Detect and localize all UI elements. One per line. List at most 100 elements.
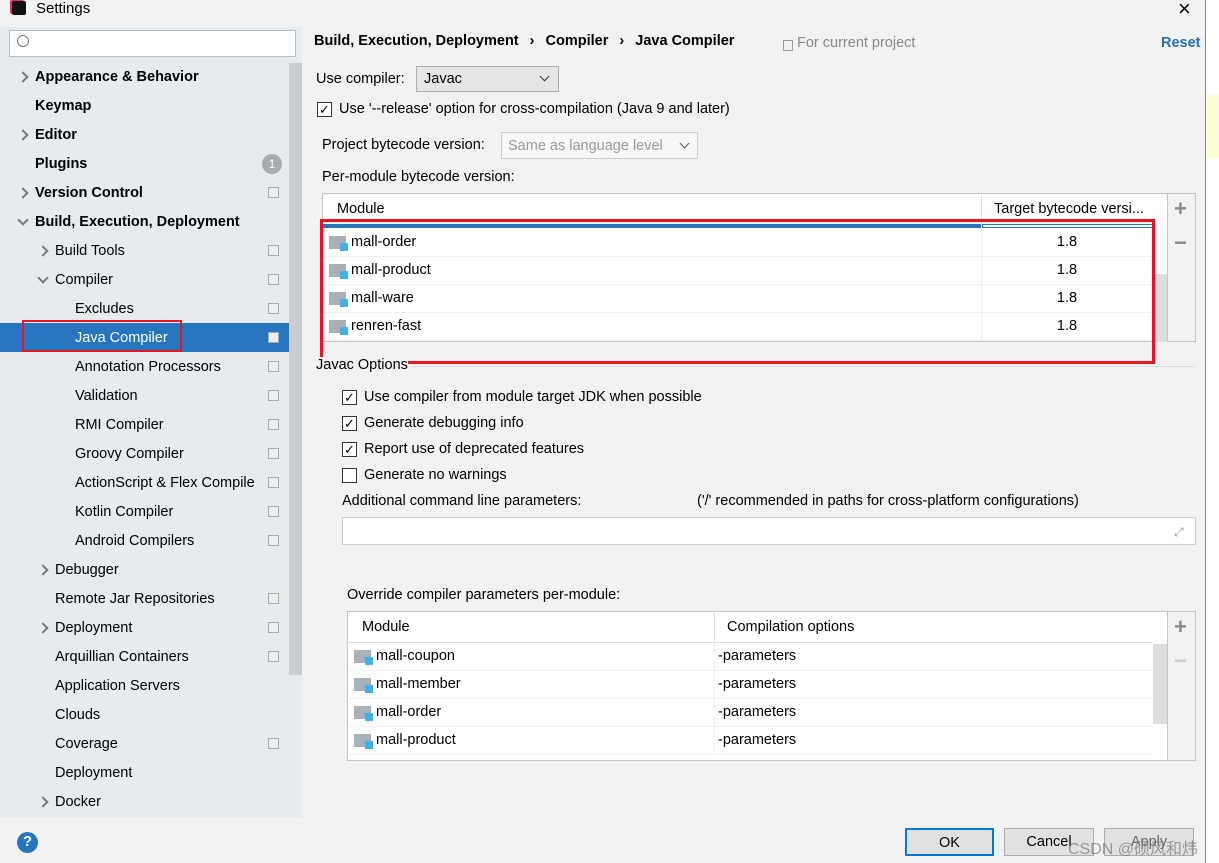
reset-link[interactable]: Reset [1161, 35, 1201, 51]
breadcrumb: Build, Execution, Deployment › Compiler … [314, 33, 734, 49]
override-table: Module Compilation options mall-coupon -p… [347, 611, 1168, 761]
per-module-toolbar: + − [1168, 193, 1196, 342]
chevron-right-icon[interactable] [17, 71, 29, 83]
column-header-options[interactable]: Compilation options [727, 619, 854, 635]
sidebar-item-groovy-compiler[interactable]: Groovy Compiler [0, 439, 289, 468]
compilation-options[interactable]: -parameters [718, 732, 796, 748]
search-icon [17, 35, 29, 47]
javac-option-label: Generate debugging info [364, 415, 524, 431]
remove-icon[interactable]: − [1174, 230, 1187, 256]
table-row[interactable]: mall-product -parameters [348, 727, 1153, 755]
sidebar-item-label: Plugins [35, 155, 88, 172]
sidebar-item-label: Build Tools [55, 242, 125, 259]
sidebar-item-label: Appearance & Behavior [35, 68, 199, 85]
sidebar-item-annotation-processors[interactable]: Annotation Processors [0, 352, 289, 381]
background-window-edge [1205, 0, 1219, 863]
sidebar-item-compiler[interactable]: Compiler [0, 265, 289, 294]
chevron-down-icon[interactable] [17, 214, 29, 226]
sidebar-item-build-execution-deployment[interactable]: Build, Execution, Deployment [0, 207, 289, 236]
javac-option-checkbox[interactable]: ✓ [342, 442, 357, 457]
table-row[interactable]: mall-member -parameters [348, 671, 1153, 699]
table-row[interactable]: mall-order -parameters [348, 699, 1153, 727]
sidebar-item-excludes[interactable]: Excludes [0, 294, 289, 323]
add-icon[interactable]: + [1174, 196, 1187, 222]
sidebar-item-editor[interactable]: Editor [0, 120, 289, 149]
sidebar-item-build-tools[interactable]: Build Tools [0, 236, 289, 265]
column-header-module[interactable]: Module [337, 201, 385, 217]
chevron-right-icon[interactable] [37, 796, 49, 808]
compilation-options[interactable]: -parameters [718, 648, 796, 664]
sidebar-item-appearance-behavior[interactable]: Appearance & Behavior [0, 62, 289, 91]
project-scope-icon [268, 535, 279, 546]
sidebar-item-remote-jar-repositories[interactable]: Remote Jar Repositories [0, 584, 289, 613]
sidebar-item-application-servers[interactable]: Application Servers [0, 671, 289, 700]
column-header-target[interactable]: Target bytecode versi... [994, 201, 1144, 217]
table-scrollbar[interactable] [1153, 274, 1167, 342]
sidebar-item-keymap[interactable]: Keymap [0, 91, 289, 120]
sidebar-item-version-control[interactable]: Version Control [0, 178, 289, 207]
help-button[interactable]: ? [17, 832, 38, 853]
chevron-right-icon[interactable] [17, 187, 29, 199]
sidebar-item-label: Kotlin Compiler [75, 503, 174, 520]
project-scope-icon [268, 274, 279, 285]
chevron-right-icon[interactable] [17, 129, 29, 141]
sidebar-item-label: Remote Jar Repositories [55, 590, 215, 607]
sidebar-item-kotlin-compiler[interactable]: Kotlin Compiler [0, 497, 289, 526]
sidebar-item-label: Debugger [55, 561, 119, 578]
sidebar-item-actionscript-flex-compile[interactable]: ActionScript & Flex Compile [0, 468, 289, 497]
chevron-down-icon[interactable] [37, 272, 49, 284]
javac-option-checkbox[interactable]: ✓ [342, 416, 357, 431]
sidebar-item-debugger[interactable]: Debugger [0, 555, 289, 584]
sidebar-item-label: ActionScript & Flex Compile [75, 474, 255, 491]
expand-icon[interactable]: ⤢ [1174, 525, 1184, 540]
chevron-right-icon[interactable] [37, 622, 49, 634]
use-compiler-select[interactable]: Javac [416, 66, 559, 92]
chevron-right-icon[interactable] [37, 564, 49, 576]
chevron-down-icon [679, 138, 690, 149]
javac-option-label: Generate no warnings [364, 467, 507, 483]
sidebar-item-docker[interactable]: Docker [0, 787, 289, 816]
sidebar-item-validation[interactable]: Validation [0, 381, 289, 410]
app-logo-icon [12, 1, 26, 15]
release-option-checkbox[interactable]: ✓ [317, 102, 332, 117]
module-folder-icon [354, 734, 373, 749]
sidebar-item-arquillian-containers[interactable]: Arquillian Containers [0, 642, 289, 671]
sidebar-item-label: Docker [55, 793, 101, 810]
sidebar-item-label: Build, Execution, Deployment [35, 213, 240, 230]
sidebar-item-deployment[interactable]: Deployment [0, 758, 289, 787]
sidebar-item-coverage[interactable]: Coverage [0, 729, 289, 758]
additional-params-hint: ('/' recommended in paths for cross-plat… [697, 493, 1079, 509]
sidebar-item-clouds[interactable]: Clouds [0, 700, 289, 729]
table-header: Module Compilation options [348, 612, 1153, 643]
table-row[interactable]: mall-coupon -parameters [348, 643, 1153, 671]
sidebar-item-label: Excludes [75, 300, 134, 317]
update-count-badge: 1 [262, 153, 282, 174]
project-bytecode-select[interactable]: Same as language level [501, 132, 698, 159]
javac-option-checkbox[interactable]: ✓ [342, 390, 357, 405]
compilation-options[interactable]: -parameters [718, 676, 796, 692]
add-icon[interactable]: + [1174, 614, 1187, 640]
chevron-right-icon[interactable] [37, 245, 49, 257]
additional-params-input[interactable]: ⤢ [342, 517, 1196, 545]
sidebar-item-rmi-compiler[interactable]: RMI Compiler [0, 410, 289, 439]
sidebar-scrollbar[interactable] [289, 63, 302, 675]
sidebar-item-deployment[interactable]: Deployment [0, 613, 289, 642]
module-name: mall-order [376, 704, 442, 720]
search-input[interactable] [9, 30, 296, 57]
column-header-module[interactable]: Module [362, 619, 410, 635]
close-icon[interactable]: × [1178, 0, 1191, 22]
breadcrumb-item[interactable]: Build, Execution, Deployment [314, 33, 519, 49]
module-name: mall-member [376, 676, 461, 692]
breadcrumb-item[interactable]: Compiler [546, 33, 609, 49]
javac-option-checkbox[interactable] [342, 468, 357, 483]
compilation-options[interactable]: -parameters [718, 704, 796, 720]
module-folder-icon [354, 650, 373, 665]
settings-sidebar: Appearance & Behavior Keymap Editor Plugins… [0, 27, 302, 817]
sidebar-item-android-compilers[interactable]: Android Compilers [0, 526, 289, 555]
ok-button[interactable]: OK [905, 828, 994, 856]
use-compiler-label: Use compiler: [316, 71, 405, 87]
sidebar-item-plugins[interactable]: Plugins 1 [0, 149, 289, 178]
project-bytecode-label: Project bytecode version: [322, 137, 485, 153]
remove-icon[interactable]: − [1174, 648, 1187, 674]
table-scrollbar[interactable] [1153, 644, 1167, 724]
